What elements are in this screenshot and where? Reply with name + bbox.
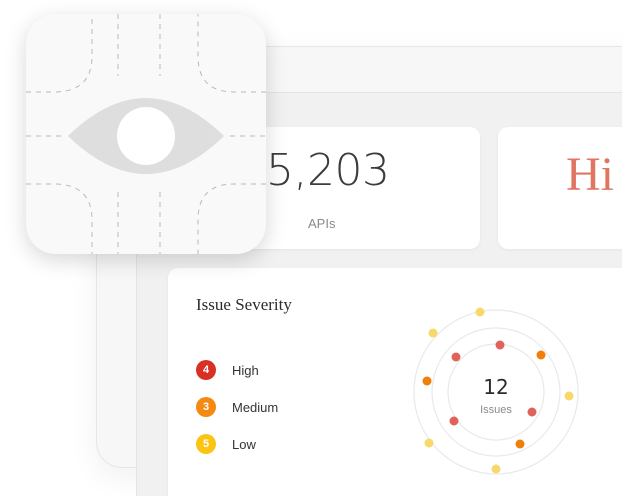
issue-severity-card: Issue Severity 4 High 3 Medium 5 Low 12 … (168, 268, 622, 496)
high-issue-dot[interactable] (495, 340, 505, 350)
legend-item-medium: 3 Medium (196, 397, 278, 417)
low-issue-dot[interactable] (564, 391, 574, 401)
high-issue-dot[interactable] (449, 416, 459, 426)
high-issue-dot[interactable] (451, 352, 461, 362)
apis-label: APIs (308, 216, 336, 231)
low-issue-dot[interactable] (428, 328, 438, 338)
medium-issue-dot[interactable] (536, 350, 546, 360)
apis-count: 5,203 (266, 145, 390, 196)
legend-label-low: Low (232, 436, 256, 452)
low-issue-dot[interactable] (424, 438, 434, 448)
medium-issue-dot[interactable] (422, 376, 432, 386)
dashboard-preview: 5,203 APIs Hi Issue Severity 4 High 3 Me… (0, 0, 622, 496)
eye-icon-card (26, 14, 266, 254)
low-issue-dot[interactable] (475, 307, 485, 317)
severity-legend: 4 High 3 Medium 5 Low (196, 360, 278, 471)
medium-count-badge: 3 (196, 397, 216, 417)
high-issue-dot[interactable] (527, 407, 537, 417)
legend-label-high: High (232, 362, 259, 378)
legend-item-low: 5 Low (196, 434, 278, 454)
eye-icon (26, 14, 266, 254)
low-count-badge: 5 (196, 434, 216, 454)
risk-stat-card[interactable]: Hi (498, 127, 622, 249)
issues-total: 12 (483, 375, 508, 399)
risk-level: Hi (566, 148, 614, 201)
issue-severity-title: Issue Severity (196, 295, 292, 314)
medium-issue-dot[interactable] (515, 439, 525, 449)
high-count-badge: 4 (196, 360, 216, 380)
legend-label-medium: Medium (232, 399, 279, 415)
legend-item-high: 4 High (196, 360, 278, 380)
issues-label: Issues (480, 404, 512, 416)
severity-ring-chart: 12 Issues (413, 307, 579, 475)
low-issue-dot[interactable] (491, 464, 501, 474)
